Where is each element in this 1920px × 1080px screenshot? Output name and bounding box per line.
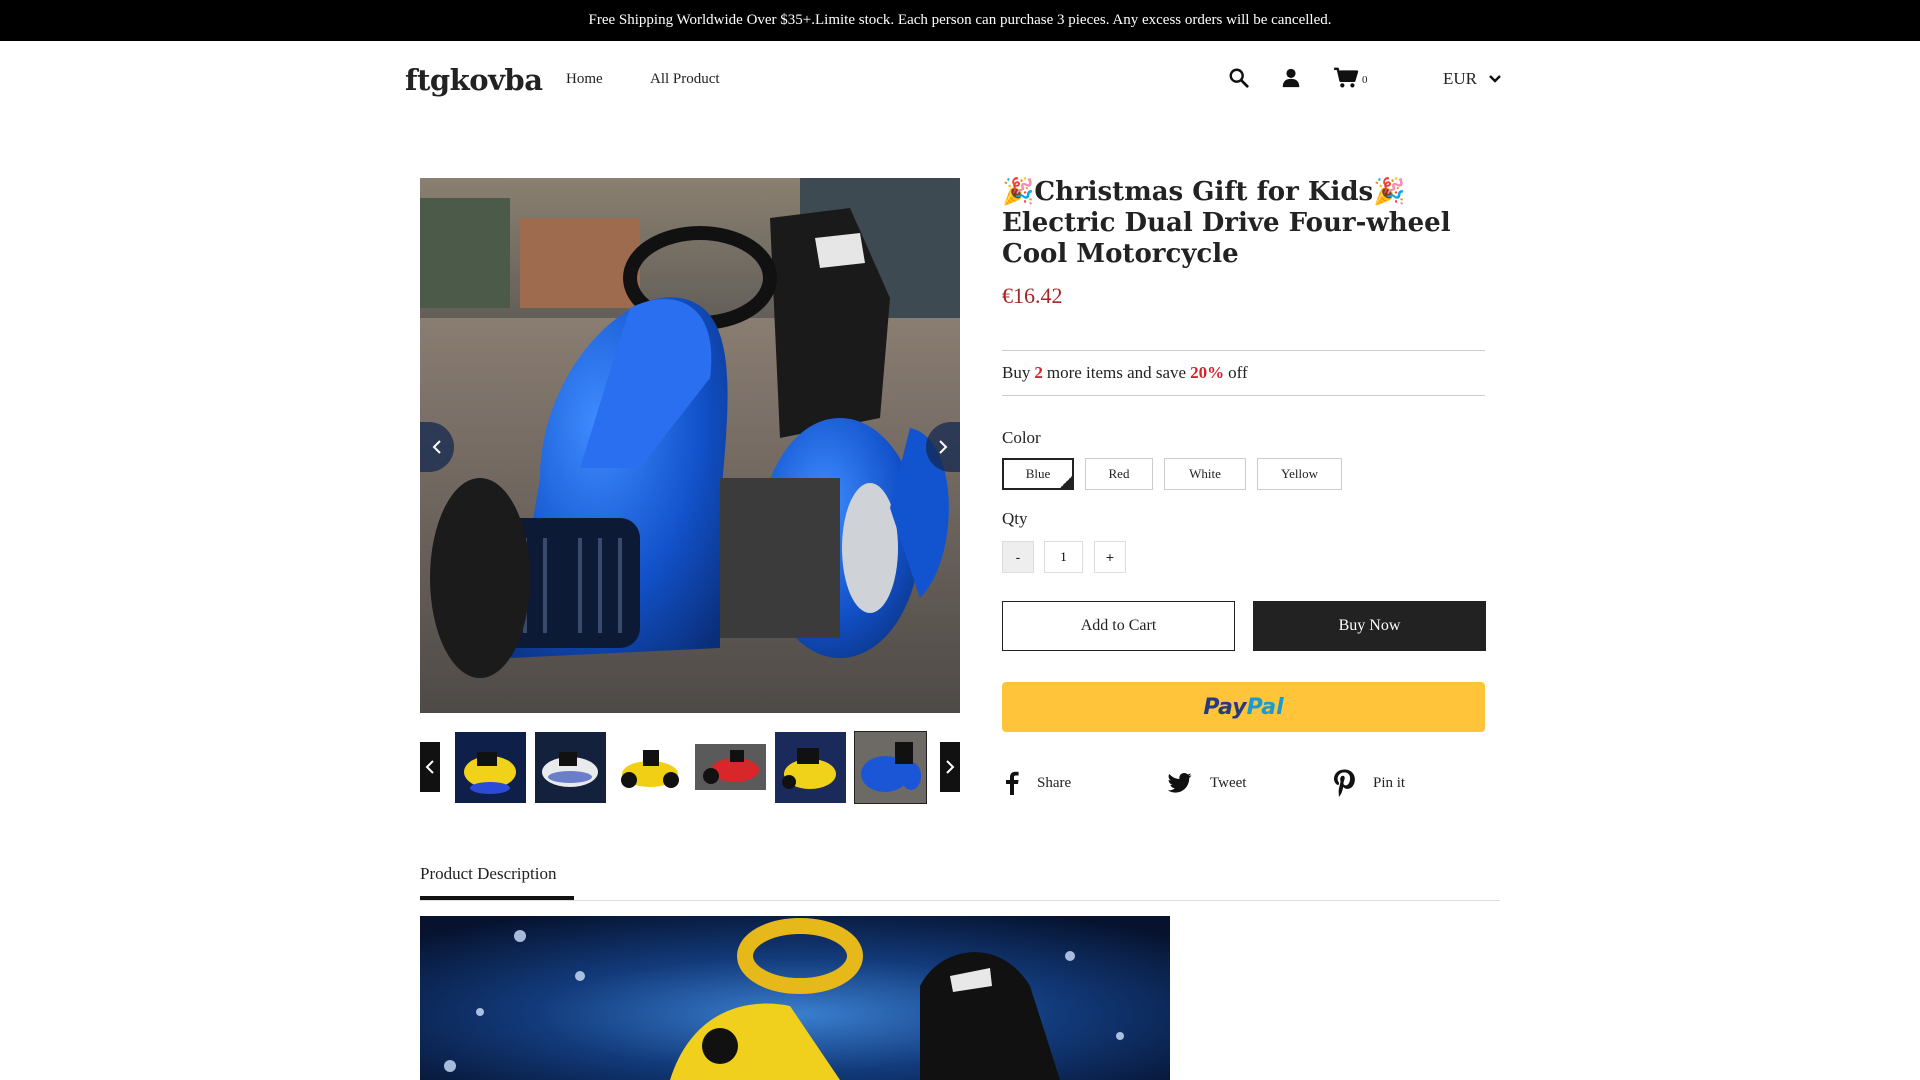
share-pinterest[interactable]: Pin it (1333, 768, 1405, 798)
share-twitter[interactable]: Tweet (1168, 768, 1246, 798)
promo-middle: more items and save (1046, 363, 1187, 382)
buy-now-button[interactable]: Buy Now (1253, 601, 1486, 651)
color-option-white[interactable]: White (1164, 458, 1246, 490)
bundle-promo: Buy 2 more items and save 20% off (1002, 350, 1485, 396)
qty-increment-button[interactable]: + (1094, 541, 1126, 573)
site-header: ftgkovba Home All Product 0 EUR (0, 41, 1920, 121)
thumbnail-5[interactable] (775, 732, 846, 803)
thumbnail-2[interactable] (535, 732, 606, 803)
promo-percent: 20% (1190, 363, 1225, 382)
nav-home[interactable]: Home (566, 71, 603, 88)
selected-check-icon (1060, 476, 1072, 488)
share-facebook[interactable]: Share (1005, 768, 1071, 798)
promo-suffix: off (1228, 363, 1248, 382)
thumbnail-3[interactable] (615, 732, 686, 803)
share-pinterest-label: Pin it (1373, 774, 1406, 791)
qty-input[interactable] (1044, 541, 1083, 573)
currency-select[interactable]: EUR (1443, 69, 1501, 89)
announcement-bar: Free Shipping Worldwide Over $35+.Limite… (0, 0, 1920, 41)
add-to-cart-button[interactable]: Add to Cart (1002, 601, 1235, 651)
color-option-label: Yellow (1281, 466, 1318, 481)
announcement-text: Free Shipping Worldwide Over $35+.Limite… (588, 12, 1332, 28)
pinterest-icon (1334, 769, 1355, 797)
share-facebook-label: Share (1037, 774, 1072, 791)
color-option-label: Red (1108, 466, 1130, 481)
thumbnail-1[interactable] (455, 732, 526, 803)
color-option-blue[interactable]: Blue (1002, 458, 1074, 490)
chevron-left-icon (432, 440, 441, 454)
description-image (420, 916, 1170, 1080)
color-option-label: White (1189, 466, 1221, 481)
nav-all-product[interactable]: All Product (650, 71, 720, 88)
chevron-left-icon (425, 760, 434, 774)
share-twitter-label: Tweet (1210, 774, 1247, 791)
currency-value: EUR (1443, 69, 1477, 88)
thumb-prev-button[interactable] (420, 742, 440, 792)
promo-qty: 2 (1034, 363, 1043, 382)
qty-decrement-button[interactable]: - (1002, 541, 1034, 573)
color-option-red[interactable]: Red (1085, 458, 1153, 490)
chevron-right-icon (939, 440, 948, 454)
search-icon[interactable] (1228, 67, 1254, 93)
thumbnail-4[interactable] (695, 732, 766, 803)
tab-product-description[interactable]: Product Description (420, 864, 556, 884)
paypal-logo-pay: Pay (1203, 694, 1247, 720)
thumbnail-6[interactable] (854, 731, 927, 804)
product-main-image (420, 178, 960, 713)
paypal-button[interactable]: Pay Pal (1002, 682, 1485, 732)
product-title: 🎉Christmas Gift for Kids🎉Electric Dual D… (1002, 177, 1451, 269)
tab-divider (420, 900, 1500, 901)
twitter-icon (1168, 773, 1192, 793)
chevron-down-icon (1489, 75, 1501, 83)
product-price: €16.42 (1002, 283, 1063, 308)
paypal-logo-pal: Pal (1246, 694, 1284, 720)
user-icon[interactable] (1280, 67, 1306, 93)
facebook-icon (1006, 771, 1019, 795)
color-option-yellow[interactable]: Yellow (1257, 458, 1342, 490)
thumb-next-button[interactable] (940, 742, 960, 792)
store-logo[interactable]: ftgkovba (405, 63, 543, 97)
chevron-right-icon (946, 760, 955, 774)
cart-count: 0 (1362, 74, 1368, 86)
promo-prefix: Buy (1002, 363, 1031, 382)
cart-icon[interactable] (1333, 67, 1359, 93)
color-label: Color (1002, 428, 1041, 447)
color-option-label: Blue (1025, 466, 1051, 481)
qty-label: Qty (1002, 509, 1028, 528)
